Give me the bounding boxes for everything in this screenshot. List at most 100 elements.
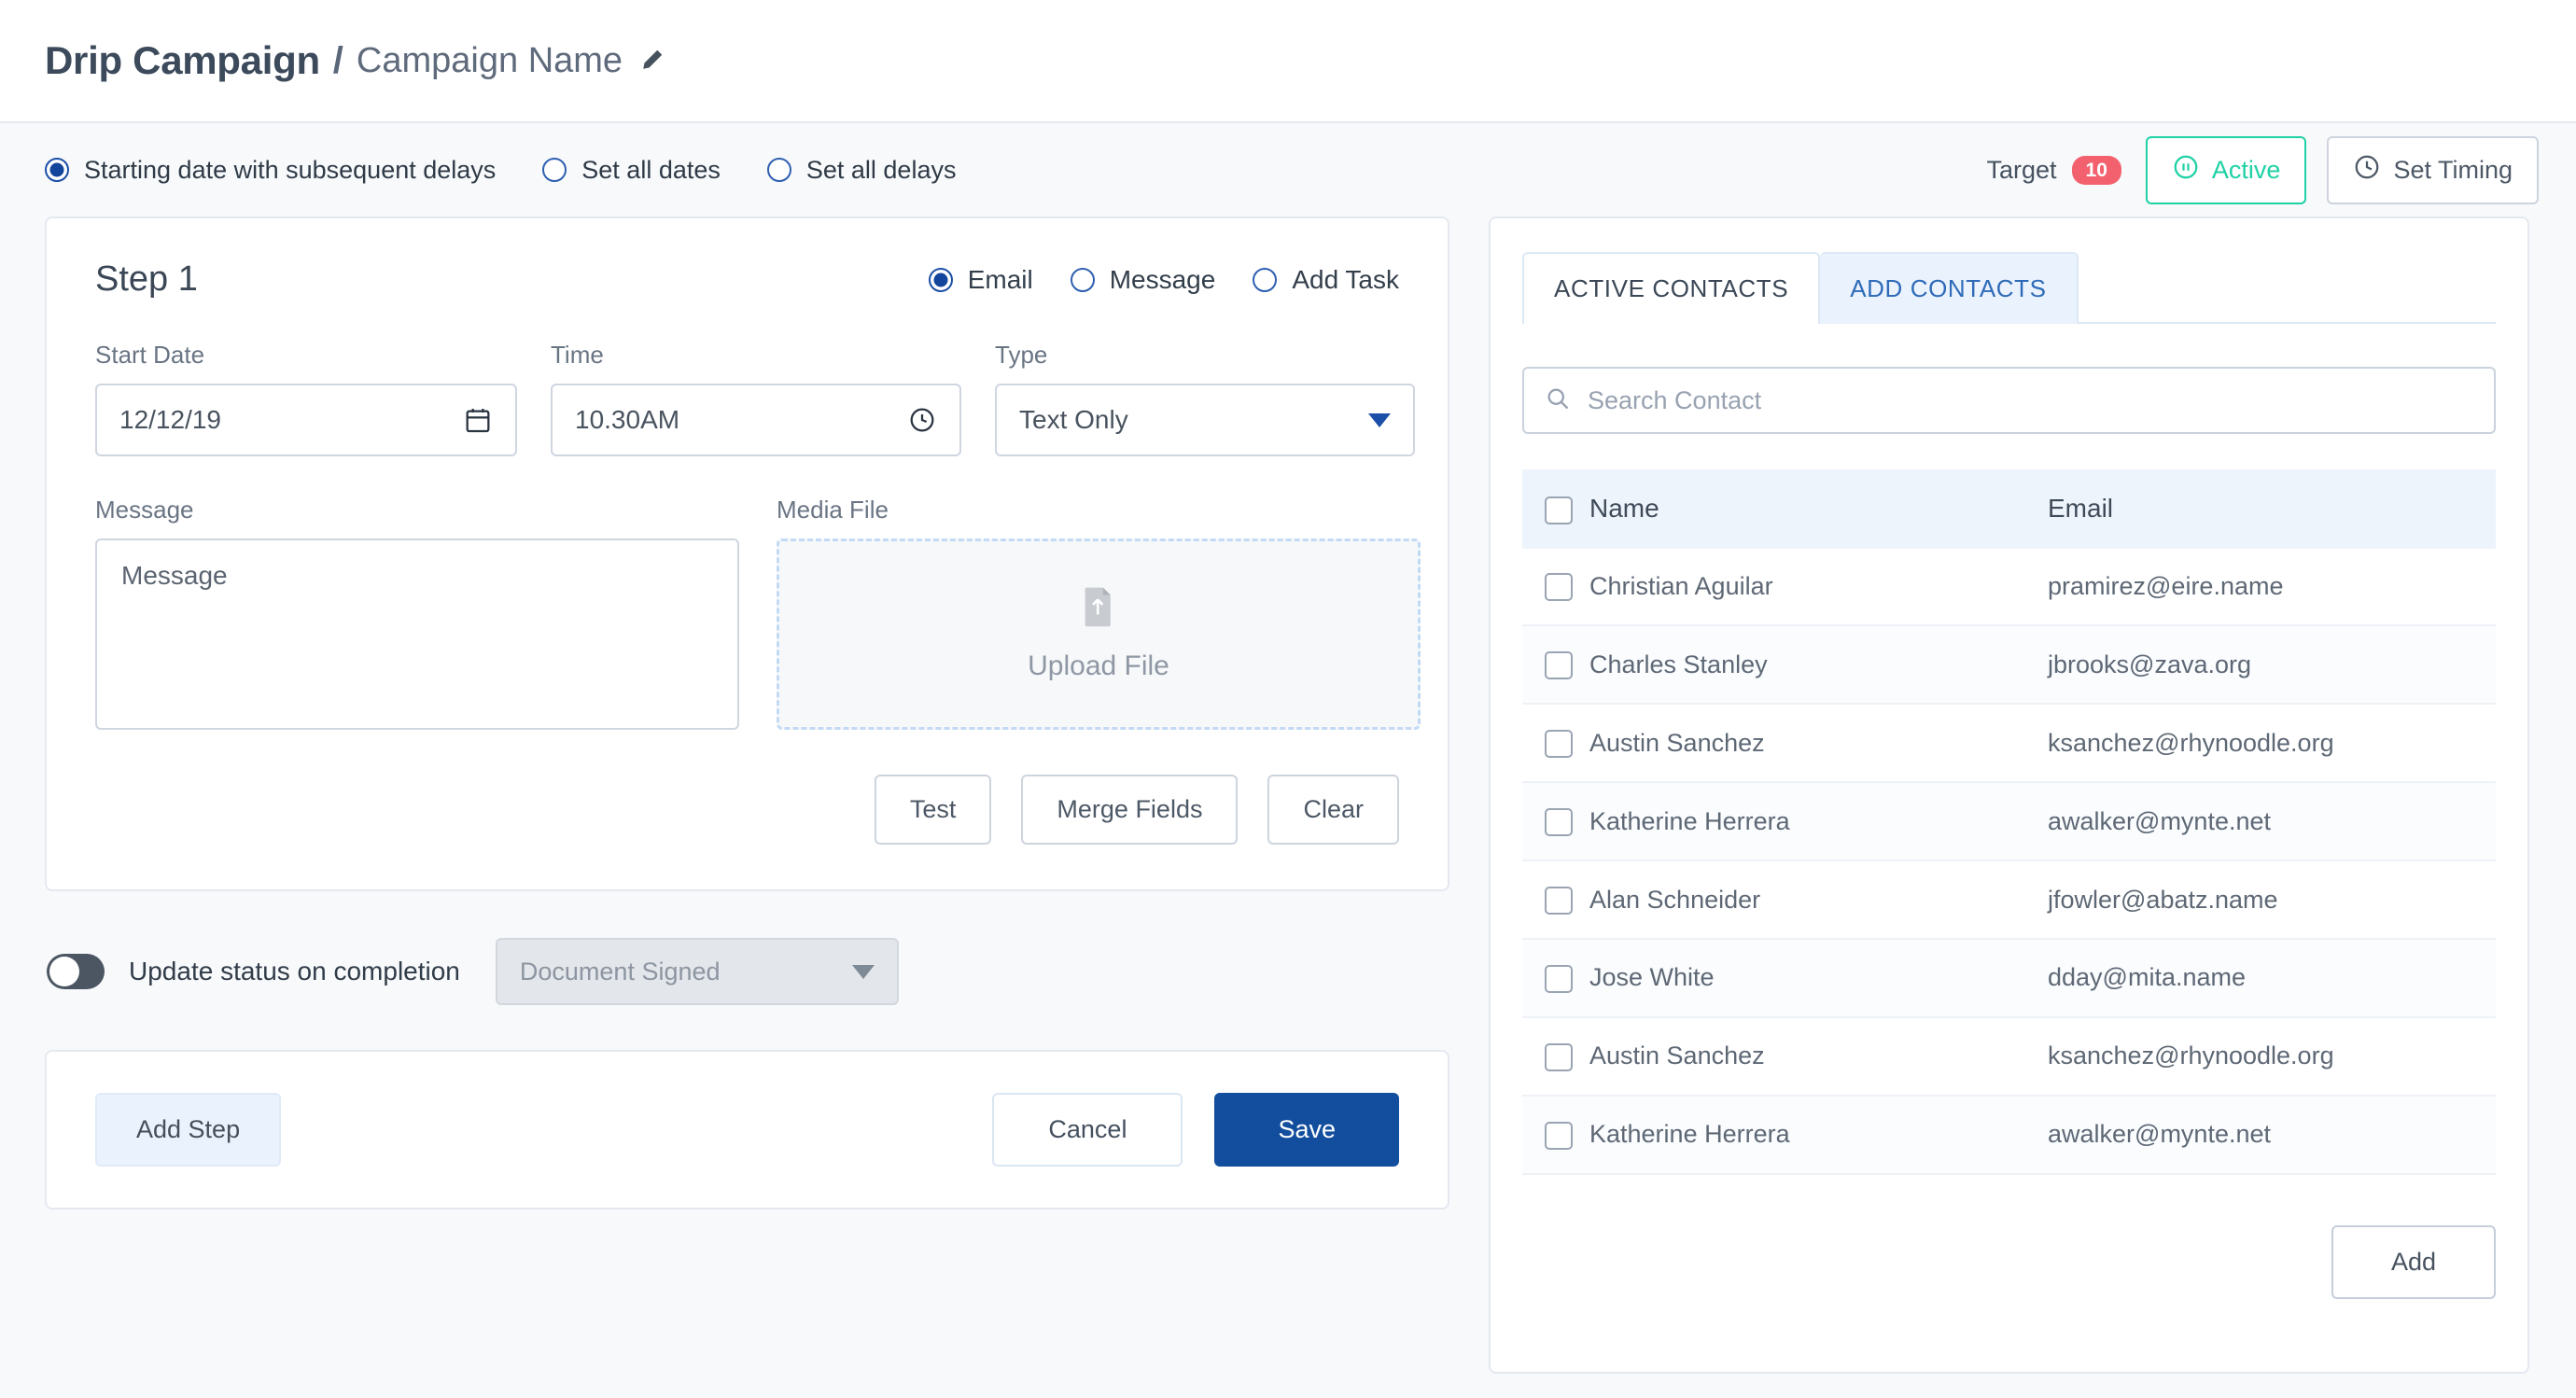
contacts-table: Name Email Christian Aguilar pramirez@eir… [1522, 469, 2496, 1175]
contact-email: pramirez@eire.name [2048, 548, 2496, 627]
contact-email: ksanchez@rhynoodle.org [2048, 704, 2496, 784]
search-placeholder: Search Contact [1588, 385, 1762, 414]
contact-email: ksanchez@rhynoodle.org [2048, 1016, 2496, 1097]
add-contacts-button[interactable]: Add [2331, 1224, 2496, 1299]
row-checkbox[interactable] [1545, 1121, 1573, 1150]
clock-icon[interactable] [907, 405, 937, 435]
table-row[interactable]: Christian Aguilar pramirez@eire.name [1522, 548, 2496, 627]
table-row[interactable]: Austin Sanchez ksanchez@rhynoodle.org [1522, 1016, 2496, 1097]
edit-pencil-icon[interactable] [637, 47, 665, 75]
radio-indicator [542, 158, 567, 182]
status-select-value: Document Signed [519, 957, 721, 986]
radio-add-task[interactable]: Add Task [1253, 265, 1399, 295]
save-button[interactable]: Save [1214, 1093, 1399, 1167]
radio-set-all-dates[interactable]: Set all dates [542, 156, 721, 185]
column-header-name[interactable]: Name [1589, 469, 2048, 549]
table-row[interactable]: Alan Schneider jfowler@abatz.name [1522, 860, 2496, 940]
radio-message[interactable]: Message [1070, 264, 1216, 295]
contact-name: Christian Aguilar [1589, 548, 2048, 627]
row-select-cell [1522, 1095, 1589, 1175]
contacts-card: ACTIVE CONTACTS ADD CONTACTS Search Cont… [1489, 217, 2529, 1374]
scheduling-mode-group: Starting date with subsequent delays Set… [45, 156, 956, 185]
contact-email: jfowler@abatz.name [2048, 860, 2496, 940]
radio-starting-date-with-delays[interactable]: Starting date with subsequent delays [45, 156, 496, 185]
column-header-email[interactable]: Email [2048, 469, 2496, 549]
set-timing-label: Set Timing [2393, 155, 2513, 184]
merge-fields-button[interactable]: Merge Fields [1021, 775, 1239, 845]
radio-label: Message [1109, 264, 1216, 294]
start-date-input[interactable]: 12/12/19 [95, 384, 517, 456]
select-all-checkbox[interactable] [1545, 496, 1573, 524]
row-select-cell [1522, 625, 1589, 706]
time-value: 10.30AM [575, 405, 680, 434]
scheduling-toolbar: Starting date with subsequent delays Set… [0, 123, 2576, 217]
table-row[interactable]: Katherine Herrera awalker@mynte.net [1522, 782, 2496, 862]
chevron-down-icon [1368, 412, 1391, 427]
radio-indicator [1253, 267, 1278, 292]
update-status-toggle[interactable] [47, 954, 105, 989]
table-row[interactable]: Jose White dday@mita.name [1522, 938, 2496, 1018]
row-checkbox[interactable] [1545, 651, 1573, 680]
clock-icon [2353, 153, 2381, 188]
toolbar-actions: Target 10 Active Set Timing [1987, 135, 2539, 204]
row-checkbox[interactable] [1545, 1042, 1573, 1071]
file-upload-icon [1080, 586, 1117, 636]
radio-label: Set all dates [581, 155, 721, 184]
media-file-label: Media File [777, 496, 889, 524]
radio-indicator [766, 158, 791, 182]
tab-add-contacts[interactable]: ADD CONTACTS [1820, 252, 2079, 324]
table-row[interactable]: Katherine Herrera awalker@mynte.net [1522, 1095, 2496, 1175]
start-date-value: 12/12/19 [119, 405, 221, 434]
time-input[interactable]: 10.30AM [551, 384, 961, 456]
search-contact-input[interactable]: Search Contact [1522, 367, 2496, 434]
type-select[interactable]: Text Only [995, 384, 1415, 456]
time-field: Time 10.30AM [551, 341, 961, 456]
row-select-cell [1522, 860, 1589, 940]
target-indicator: Target 10 [1987, 155, 2121, 185]
row-checkbox[interactable] [1545, 730, 1573, 759]
cancel-button[interactable]: Cancel [992, 1093, 1183, 1167]
radio-indicator [928, 267, 953, 292]
contacts-tabs: ACTIVE CONTACTS ADD CONTACTS [1522, 250, 2496, 324]
start-date-label: Start Date [95, 341, 205, 369]
calendar-icon[interactable] [463, 405, 493, 435]
page-title: Drip Campaign [45, 38, 320, 82]
contact-email: dday@mita.name [2048, 938, 2496, 1018]
table-row[interactable]: Austin Sanchez ksanchez@rhynoodle.org [1522, 704, 2496, 784]
tab-active-contacts[interactable]: ACTIVE CONTACTS [1522, 252, 1821, 324]
step-card: Step 1 Email Message Add Task Start Date… [45, 217, 1449, 891]
set-timing-button[interactable]: Set Timing [2327, 135, 2539, 204]
table-row[interactable]: Charles Stanley jbrooks@zava.org [1522, 625, 2496, 706]
clear-button[interactable]: Clear [1267, 775, 1399, 845]
radio-email[interactable]: Email [928, 265, 1033, 295]
add-step-button[interactable]: Add Step [95, 1093, 282, 1167]
contacts-table-head: Name Email [1522, 469, 2496, 549]
step-type-group: Email Message Add Task [928, 264, 1399, 295]
main-content: Step 1 Email Message Add Task Start Date… [0, 217, 2576, 1374]
media-file-field: Media File Upload File [777, 496, 1421, 730]
pause-circle-icon [2172, 153, 2200, 188]
search-icon [1545, 385, 1571, 416]
upload-dropzone[interactable]: Upload File [777, 538, 1421, 730]
row-checkbox[interactable] [1545, 886, 1573, 915]
message-media-row: Message Message Media File Upload File [95, 496, 1421, 730]
active-status-button[interactable]: Active [2145, 135, 2307, 204]
contact-name: Charles Stanley [1589, 625, 2048, 706]
message-textarea[interactable]: Message [95, 538, 739, 730]
table-header-row: Name Email [1522, 469, 2496, 549]
status-select: Document Signed [495, 938, 899, 1005]
test-button[interactable]: Test [874, 775, 992, 845]
radio-label: Starting date with subsequent delays [84, 155, 497, 184]
row-checkbox[interactable] [1545, 573, 1573, 602]
row-checkbox[interactable] [1545, 808, 1573, 837]
toggle-knob [49, 957, 79, 986]
contact-name: Alan Schneider [1589, 860, 2048, 940]
campaign-editor-column: Step 1 Email Message Add Task Start Date… [45, 217, 1449, 1209]
row-checkbox[interactable] [1545, 964, 1573, 993]
page-header: Drip Campaign / Campaign Name [0, 0, 2576, 123]
upload-file-label: Upload File [1028, 650, 1169, 681]
radio-set-all-delays[interactable]: Set all delays [766, 156, 956, 185]
type-value: Text Only [1019, 405, 1128, 434]
contact-name: Jose White [1589, 938, 2048, 1018]
update-status-label: Update status on completion [129, 957, 460, 986]
